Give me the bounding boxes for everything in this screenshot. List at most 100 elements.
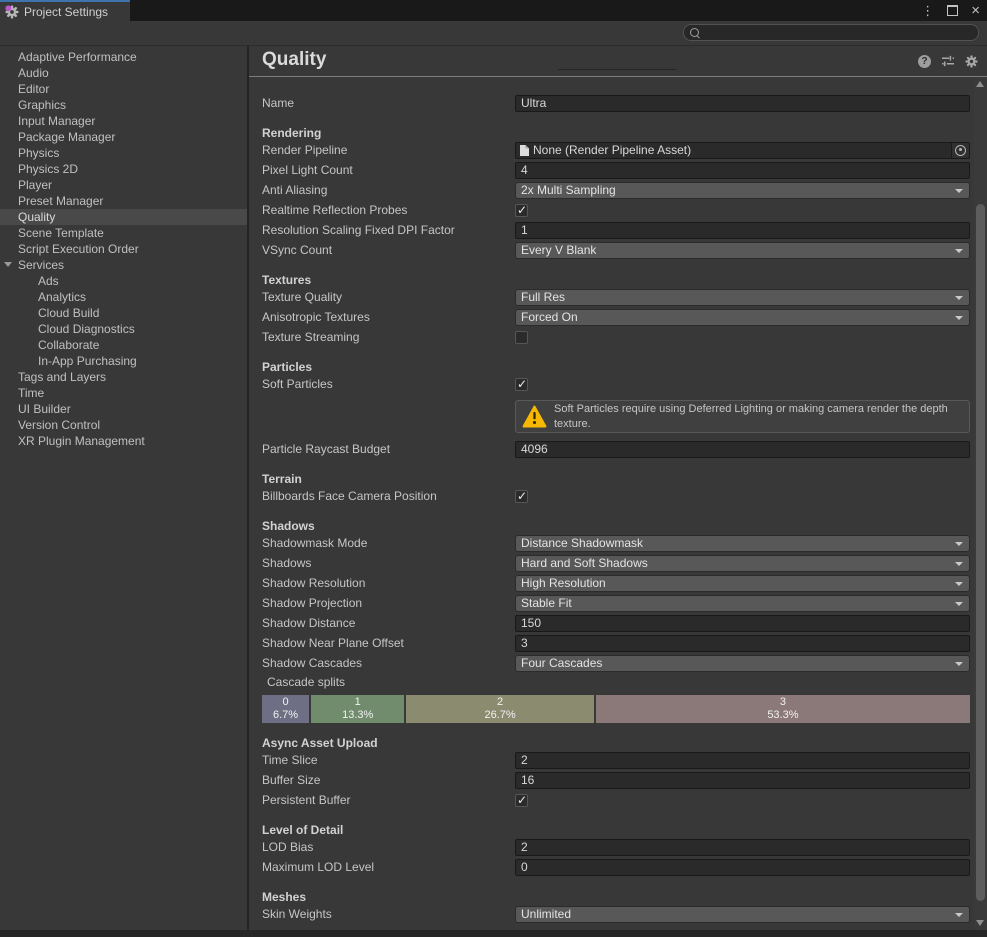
sidebar-item-scene-template[interactable]: Scene Template [0,225,247,241]
sidebar-item-editor[interactable]: Editor [0,81,247,97]
field-row-skin-weights: Skin Weights Unlimited [262,904,970,924]
anisotropic-textures-dropdown[interactable]: Forced On [515,309,970,326]
gear-icon[interactable] [965,55,978,68]
vsync-count-dropdown[interactable]: Every V Blank [515,242,970,259]
render-pipeline-object-field[interactable]: None (Render Pipeline Asset) [515,142,970,159]
texture-streaming-checkbox[interactable] [515,331,528,344]
shadow-cascades-dropdown[interactable]: Four Cascades [515,655,970,672]
cascade-segment-1[interactable]: 1 13.3% [311,695,404,723]
sidebar-item-script-execution-order[interactable]: Script Execution Order [0,241,247,257]
chevron-down-icon [955,542,963,546]
warning-help-box: Soft Particles require using Deferred Li… [515,400,970,433]
settings-gear-icon [5,5,19,19]
sidebar-item-services[interactable]: Services [0,257,247,273]
shadow-projection-dropdown[interactable]: Stable Fit [515,595,970,612]
cascade-percent: 53.3% [767,709,798,722]
sidebar-item-in-app-purchasing[interactable]: In-App Purchasing [0,353,247,369]
shadow-resolution-dropdown[interactable]: High Resolution [515,575,970,592]
kebab-menu-icon[interactable]: ⋮ [921,4,934,17]
texture-quality-dropdown[interactable]: Full Res [515,289,970,306]
field-row-resolution-scaling: Resolution Scaling Fixed DPI Factor [262,220,970,240]
cascade-percent: 6.7% [273,709,298,722]
field-row-billboards-face-camera: Billboards Face Camera Position [262,486,970,506]
resolution-scaling-input[interactable] [515,222,970,239]
sidebar-item-input-manager[interactable]: Input Manager [0,113,247,129]
field-label: Billboards Face Camera Position [262,489,515,503]
field-row-texture-streaming: Texture Streaming [262,327,970,347]
lod-bias-input[interactable] [515,839,970,856]
cascade-segment-0[interactable]: 0 6.7% [262,695,309,723]
realtime-reflection-probes-checkbox[interactable] [515,204,528,217]
sidebar-item-analytics[interactable]: Analytics [0,289,247,305]
field-label: Resolution Scaling Fixed DPI Factor [262,223,515,237]
sidebar-item-quality[interactable]: Quality [0,209,247,225]
maximize-icon[interactable] [947,5,958,16]
scroll-down-icon[interactable] [976,920,984,926]
object-picker-icon[interactable] [951,143,969,158]
search-input[interactable] [703,26,978,39]
sidebar-item-ui-builder[interactable]: UI Builder [0,401,247,417]
sidebar-item-tags-and-layers[interactable]: Tags and Layers [0,369,247,385]
pixel-light-count-input[interactable] [515,162,970,179]
scroll-region: Name Rendering Render Pipeline None (Ren… [249,77,987,930]
section-title-textures: Textures [262,273,970,287]
section-title-async-asset-upload: Async Asset Upload [262,736,970,750]
preset-icon[interactable] [941,54,955,68]
sidebar-item-time[interactable]: Time [0,385,247,401]
cascade-percent: 13.3% [342,709,373,722]
sidebar-item-cloud-build[interactable]: Cloud Build [0,305,247,321]
tab-project-settings[interactable]: Project Settings [0,0,130,21]
soft-particles-checkbox[interactable] [515,378,528,391]
sidebar-item-player[interactable]: Player [0,177,247,193]
shadow-distance-input[interactable] [515,615,970,632]
time-slice-input[interactable] [515,752,970,769]
section-title-shadows: Shadows [262,519,970,533]
vertical-scrollbar[interactable] [974,77,987,930]
scrollbar-thumb[interactable] [976,204,985,901]
sidebar-item-physics[interactable]: Physics [0,145,247,161]
close-icon[interactable]: × [971,3,980,18]
field-row-buffer-size: Buffer Size [262,770,970,790]
skin-weights-dropdown[interactable]: Unlimited [515,906,970,923]
shadowmask-mode-dropdown[interactable]: Distance Shadowmask [515,535,970,552]
sidebar-item-physics-2d[interactable]: Physics 2D [0,161,247,177]
maximum-lod-level-input[interactable] [515,859,970,876]
persistent-buffer-checkbox[interactable] [515,794,528,807]
field-row-lod-bias: LOD Bias [262,837,970,857]
sidebar-item-cloud-diagnostics[interactable]: Cloud Diagnostics [0,321,247,337]
sidebar-item-ads[interactable]: Ads [0,273,247,289]
shadow-near-plane-offset-input[interactable] [515,635,970,652]
sidebar-item-preset-manager[interactable]: Preset Manager [0,193,247,209]
field-label: Particle Raycast Budget [262,442,515,456]
foldout-arrow-icon[interactable] [4,262,12,267]
sidebar-item-graphics[interactable]: Graphics [0,97,247,113]
sidebar-item-xr-plugin-management[interactable]: XR Plugin Management [0,433,247,449]
buffer-size-input[interactable] [515,772,970,789]
section-title-rendering: Rendering [262,126,970,140]
scroll-up-icon[interactable] [976,81,984,87]
chevron-down-icon [955,296,963,300]
cascade-index: 3 [780,696,786,709]
section-title-level-of-detail: Level of Detail [262,823,970,837]
particle-raycast-budget-input[interactable] [515,441,970,458]
anti-aliasing-dropdown[interactable]: 2x Multi Sampling [515,182,970,199]
sidebar-item-package-manager[interactable]: Package Manager [0,129,247,145]
cascade-segment-2[interactable]: 2 26.7% [406,695,593,723]
sidebar-item-version-control[interactable]: Version Control [0,417,247,433]
billboards-face-camera-checkbox[interactable] [515,490,528,503]
warning-icon [522,405,547,428]
cascade-index: 2 [497,696,503,709]
shadows-dropdown[interactable]: Hard and Soft Shadows [515,555,970,572]
field-row-render-pipeline: Render Pipeline None (Render Pipeline As… [262,140,970,160]
field-label: Soft Particles [262,377,515,391]
name-input[interactable] [515,95,970,112]
cascade-segment-3[interactable]: 3 53.3% [596,695,970,723]
field-label: Shadow Distance [262,616,515,630]
sidebar-item-adaptive-performance[interactable]: Adaptive Performance [0,49,247,65]
field-row-maximum-lod-level: Maximum LOD Level [262,857,970,877]
search-box[interactable] [683,24,979,41]
section-title-particles: Particles [262,360,970,374]
help-icon[interactable]: ? [918,55,931,68]
sidebar-item-collaborate[interactable]: Collaborate [0,337,247,353]
sidebar-item-audio[interactable]: Audio [0,65,247,81]
